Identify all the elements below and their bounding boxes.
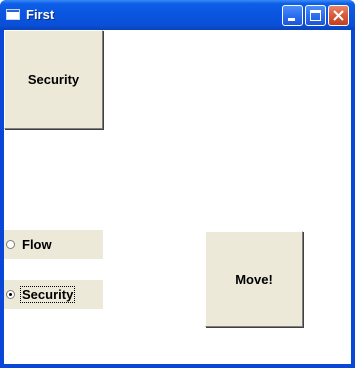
maximize-icon	[310, 10, 321, 21]
minimize-button[interactable]	[282, 5, 303, 26]
security-radio-label: Security	[19, 286, 76, 303]
client-area: Security Flow Security Move!	[4, 30, 351, 364]
security-radio-circle[interactable]	[6, 290, 15, 299]
window-title: First	[26, 7, 55, 22]
window-icon[interactable]	[6, 9, 20, 20]
security-radio[interactable]: Security	[4, 280, 103, 309]
minimize-icon	[288, 18, 295, 21]
move-button[interactable]: Move!	[205, 231, 303, 327]
flow-radio-circle[interactable]	[6, 240, 15, 249]
title-bar[interactable]: First	[0, 0, 355, 30]
maximize-button[interactable]	[305, 5, 326, 26]
app-window: First Security Flow Security Move!	[0, 0, 355, 368]
flow-radio[interactable]: Flow	[4, 230, 103, 259]
flow-radio-label: Flow	[22, 237, 52, 252]
close-icon	[333, 10, 344, 21]
security-button[interactable]: Security	[4, 30, 103, 129]
close-button[interactable]	[328, 5, 349, 26]
